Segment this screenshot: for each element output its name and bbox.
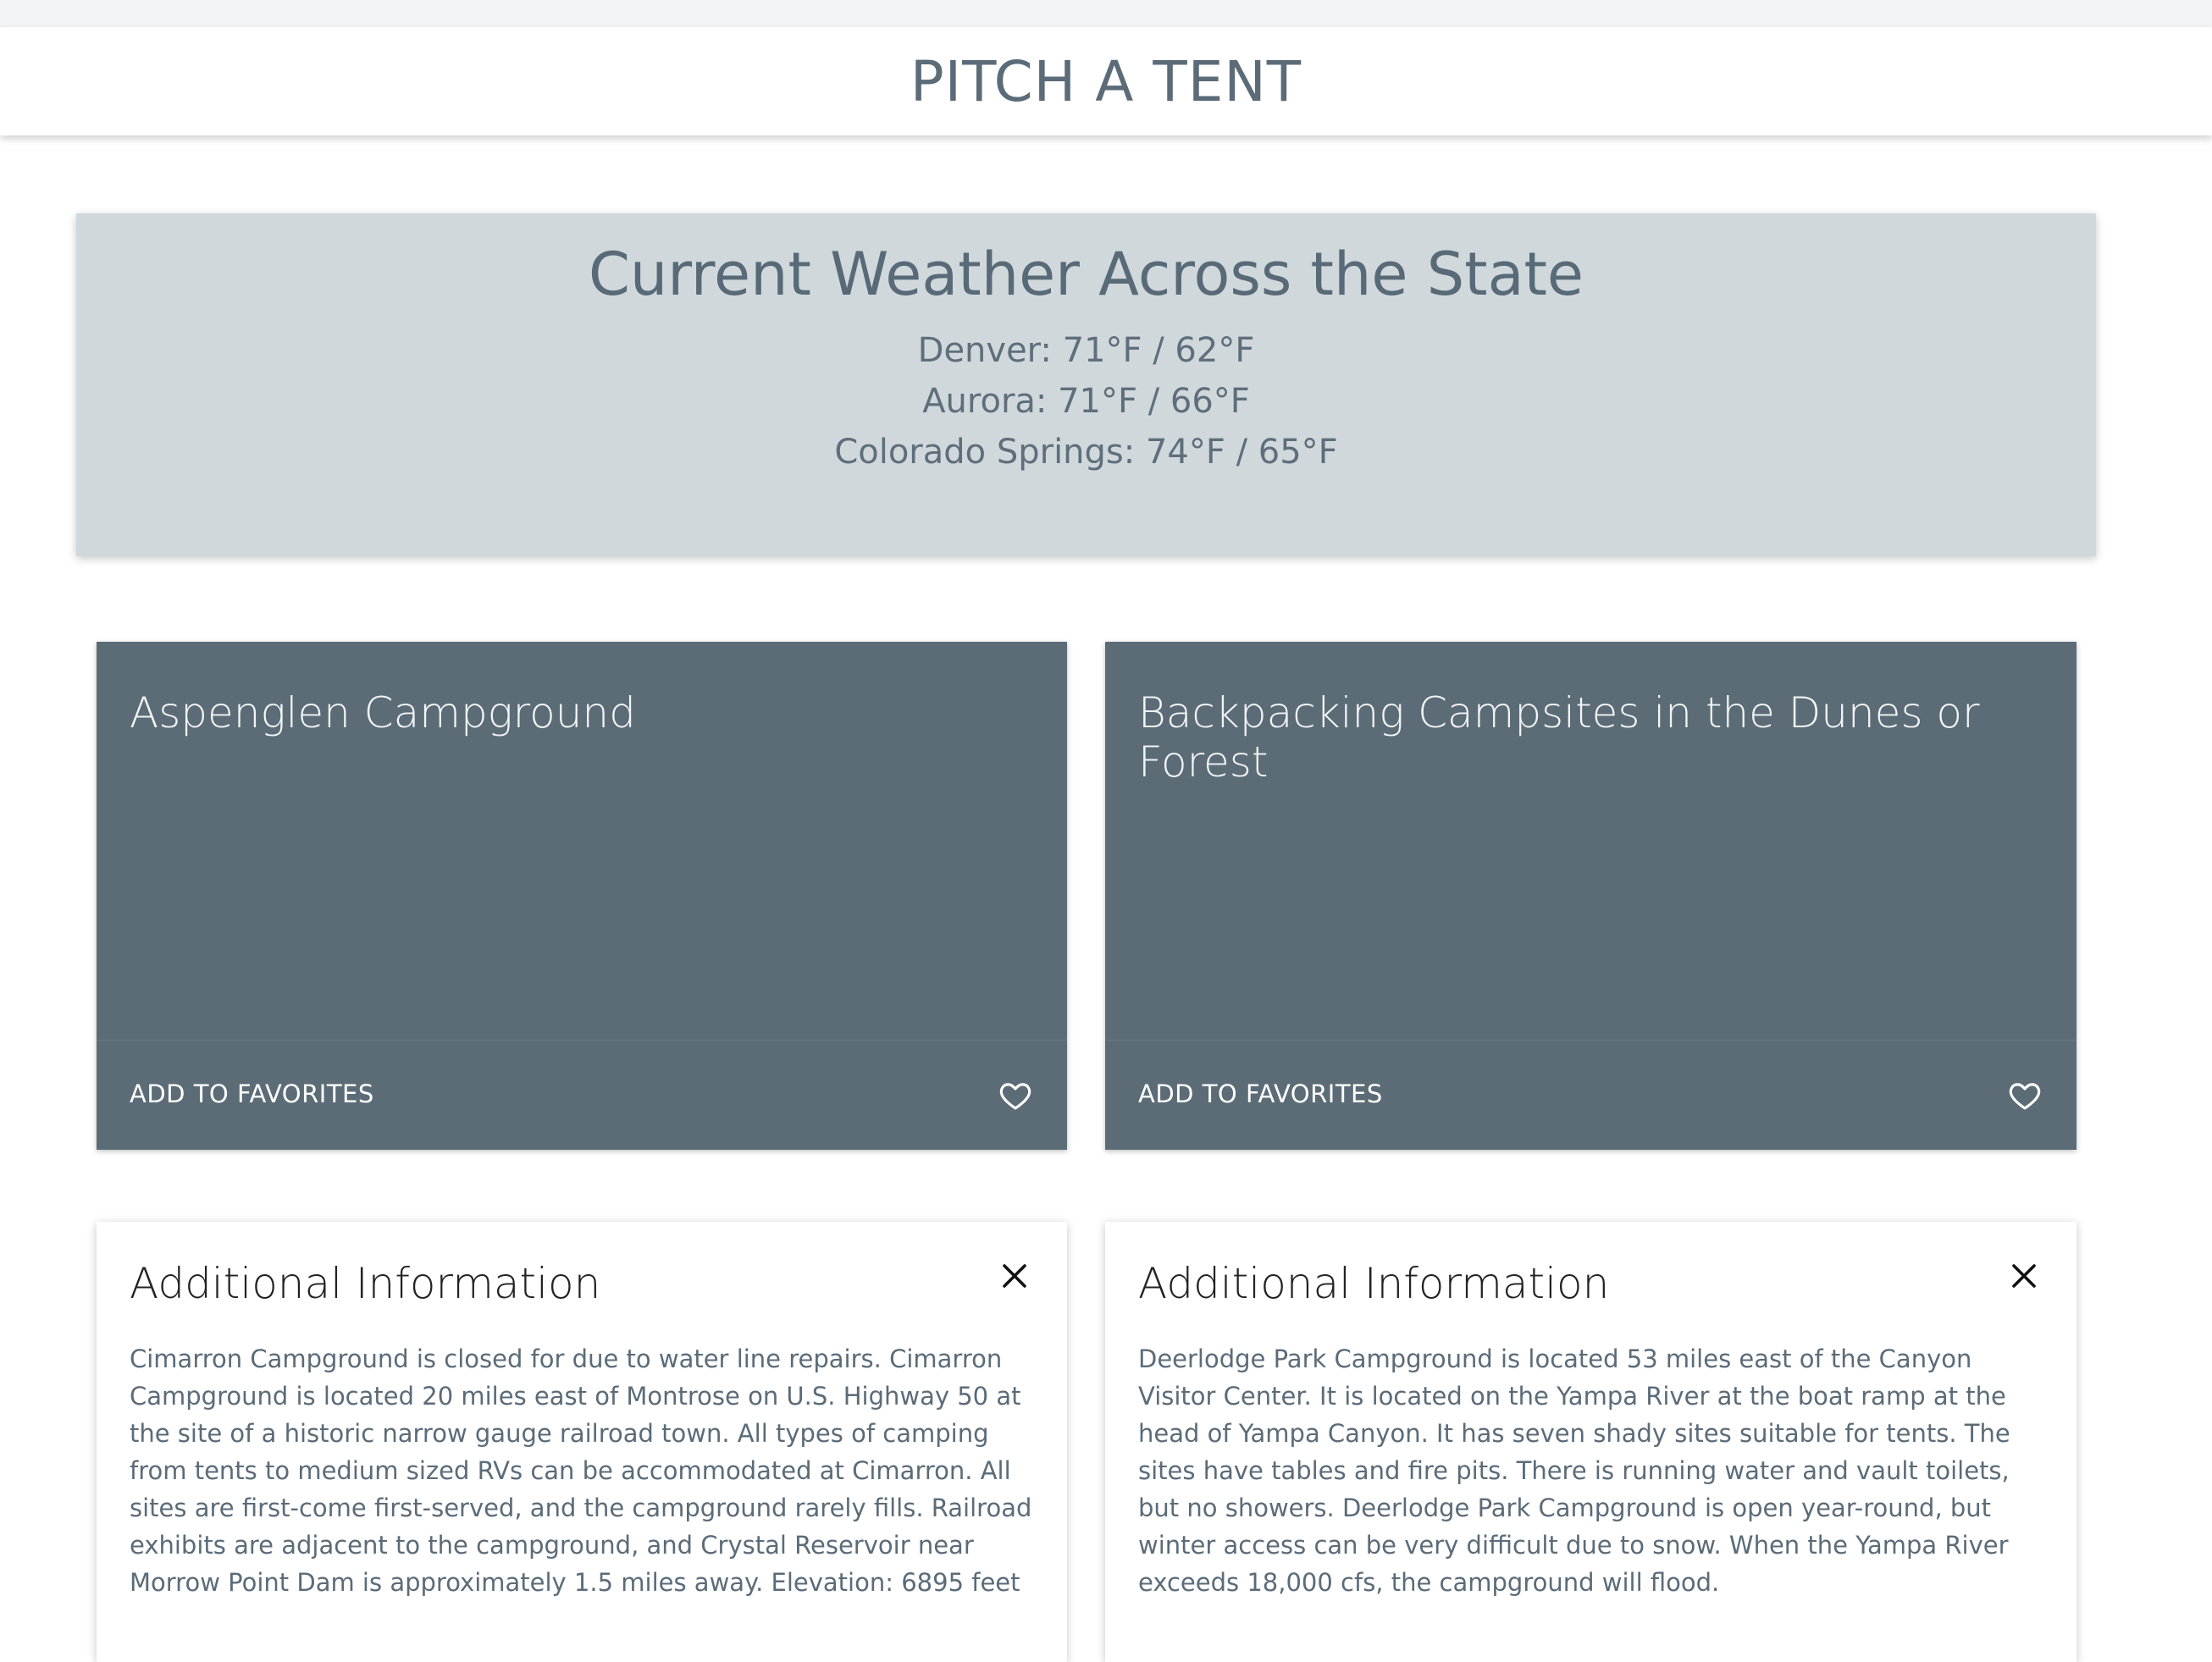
weather-city: Denver: 71°F / 62°F xyxy=(917,331,1255,370)
add-to-favorites-button[interactable]: ADD TO FAVORITES xyxy=(130,1079,374,1108)
additional-info-panel: Additional Information Deerlodge Park Ca… xyxy=(1105,1222,2077,1662)
close-icon[interactable] xyxy=(2009,1261,2039,1291)
app-header: PITCH A TENT xyxy=(0,27,2212,135)
campground-card: Backpacking Campsites in the Dunes or Fo… xyxy=(1105,642,2077,1150)
add-to-favorites-button[interactable]: ADD TO FAVORITES xyxy=(1138,1079,1383,1108)
card-actions: ADD TO FAVORITES xyxy=(1105,1040,2077,1150)
close-icon[interactable] xyxy=(999,1261,1030,1291)
weather-city: Colorado Springs: 74°F / 65°F xyxy=(834,433,1338,472)
info-heading: Additional Information xyxy=(130,1259,601,1308)
campground-card: Aspenglen Campground ADD TO FAVORITES xyxy=(97,642,1067,1150)
campground-title: Aspenglen Campground xyxy=(130,688,636,737)
campground-title: Backpacking Campsites in the Dunes or Fo… xyxy=(1138,688,1980,787)
app-title: PITCH A TENT xyxy=(910,48,1302,114)
weather-heading: Current Weather Across the State xyxy=(589,240,1584,309)
weather-list: Denver: 71°F / 62°F Aurora: 71°F / 66°F … xyxy=(76,325,2096,478)
card-actions: ADD TO FAVORITES xyxy=(97,1040,1067,1150)
weather-panel: Current Weather Across the State Denver:… xyxy=(76,213,2096,556)
info-heading: Additional Information xyxy=(1138,1259,1610,1308)
additional-info-panel: Additional Information Cimarron Campgrou… xyxy=(97,1222,1067,1662)
info-text: Cimarron Campground is closed for due to… xyxy=(130,1345,1032,1597)
info-text: Deerlodge Park Campground is located 53 … xyxy=(1138,1345,2010,1597)
weather-city: Aurora: 71°F / 66°F xyxy=(922,382,1250,421)
heart-icon[interactable] xyxy=(2007,1078,2043,1113)
top-strip xyxy=(0,0,2212,27)
heart-icon[interactable] xyxy=(998,1078,1033,1113)
